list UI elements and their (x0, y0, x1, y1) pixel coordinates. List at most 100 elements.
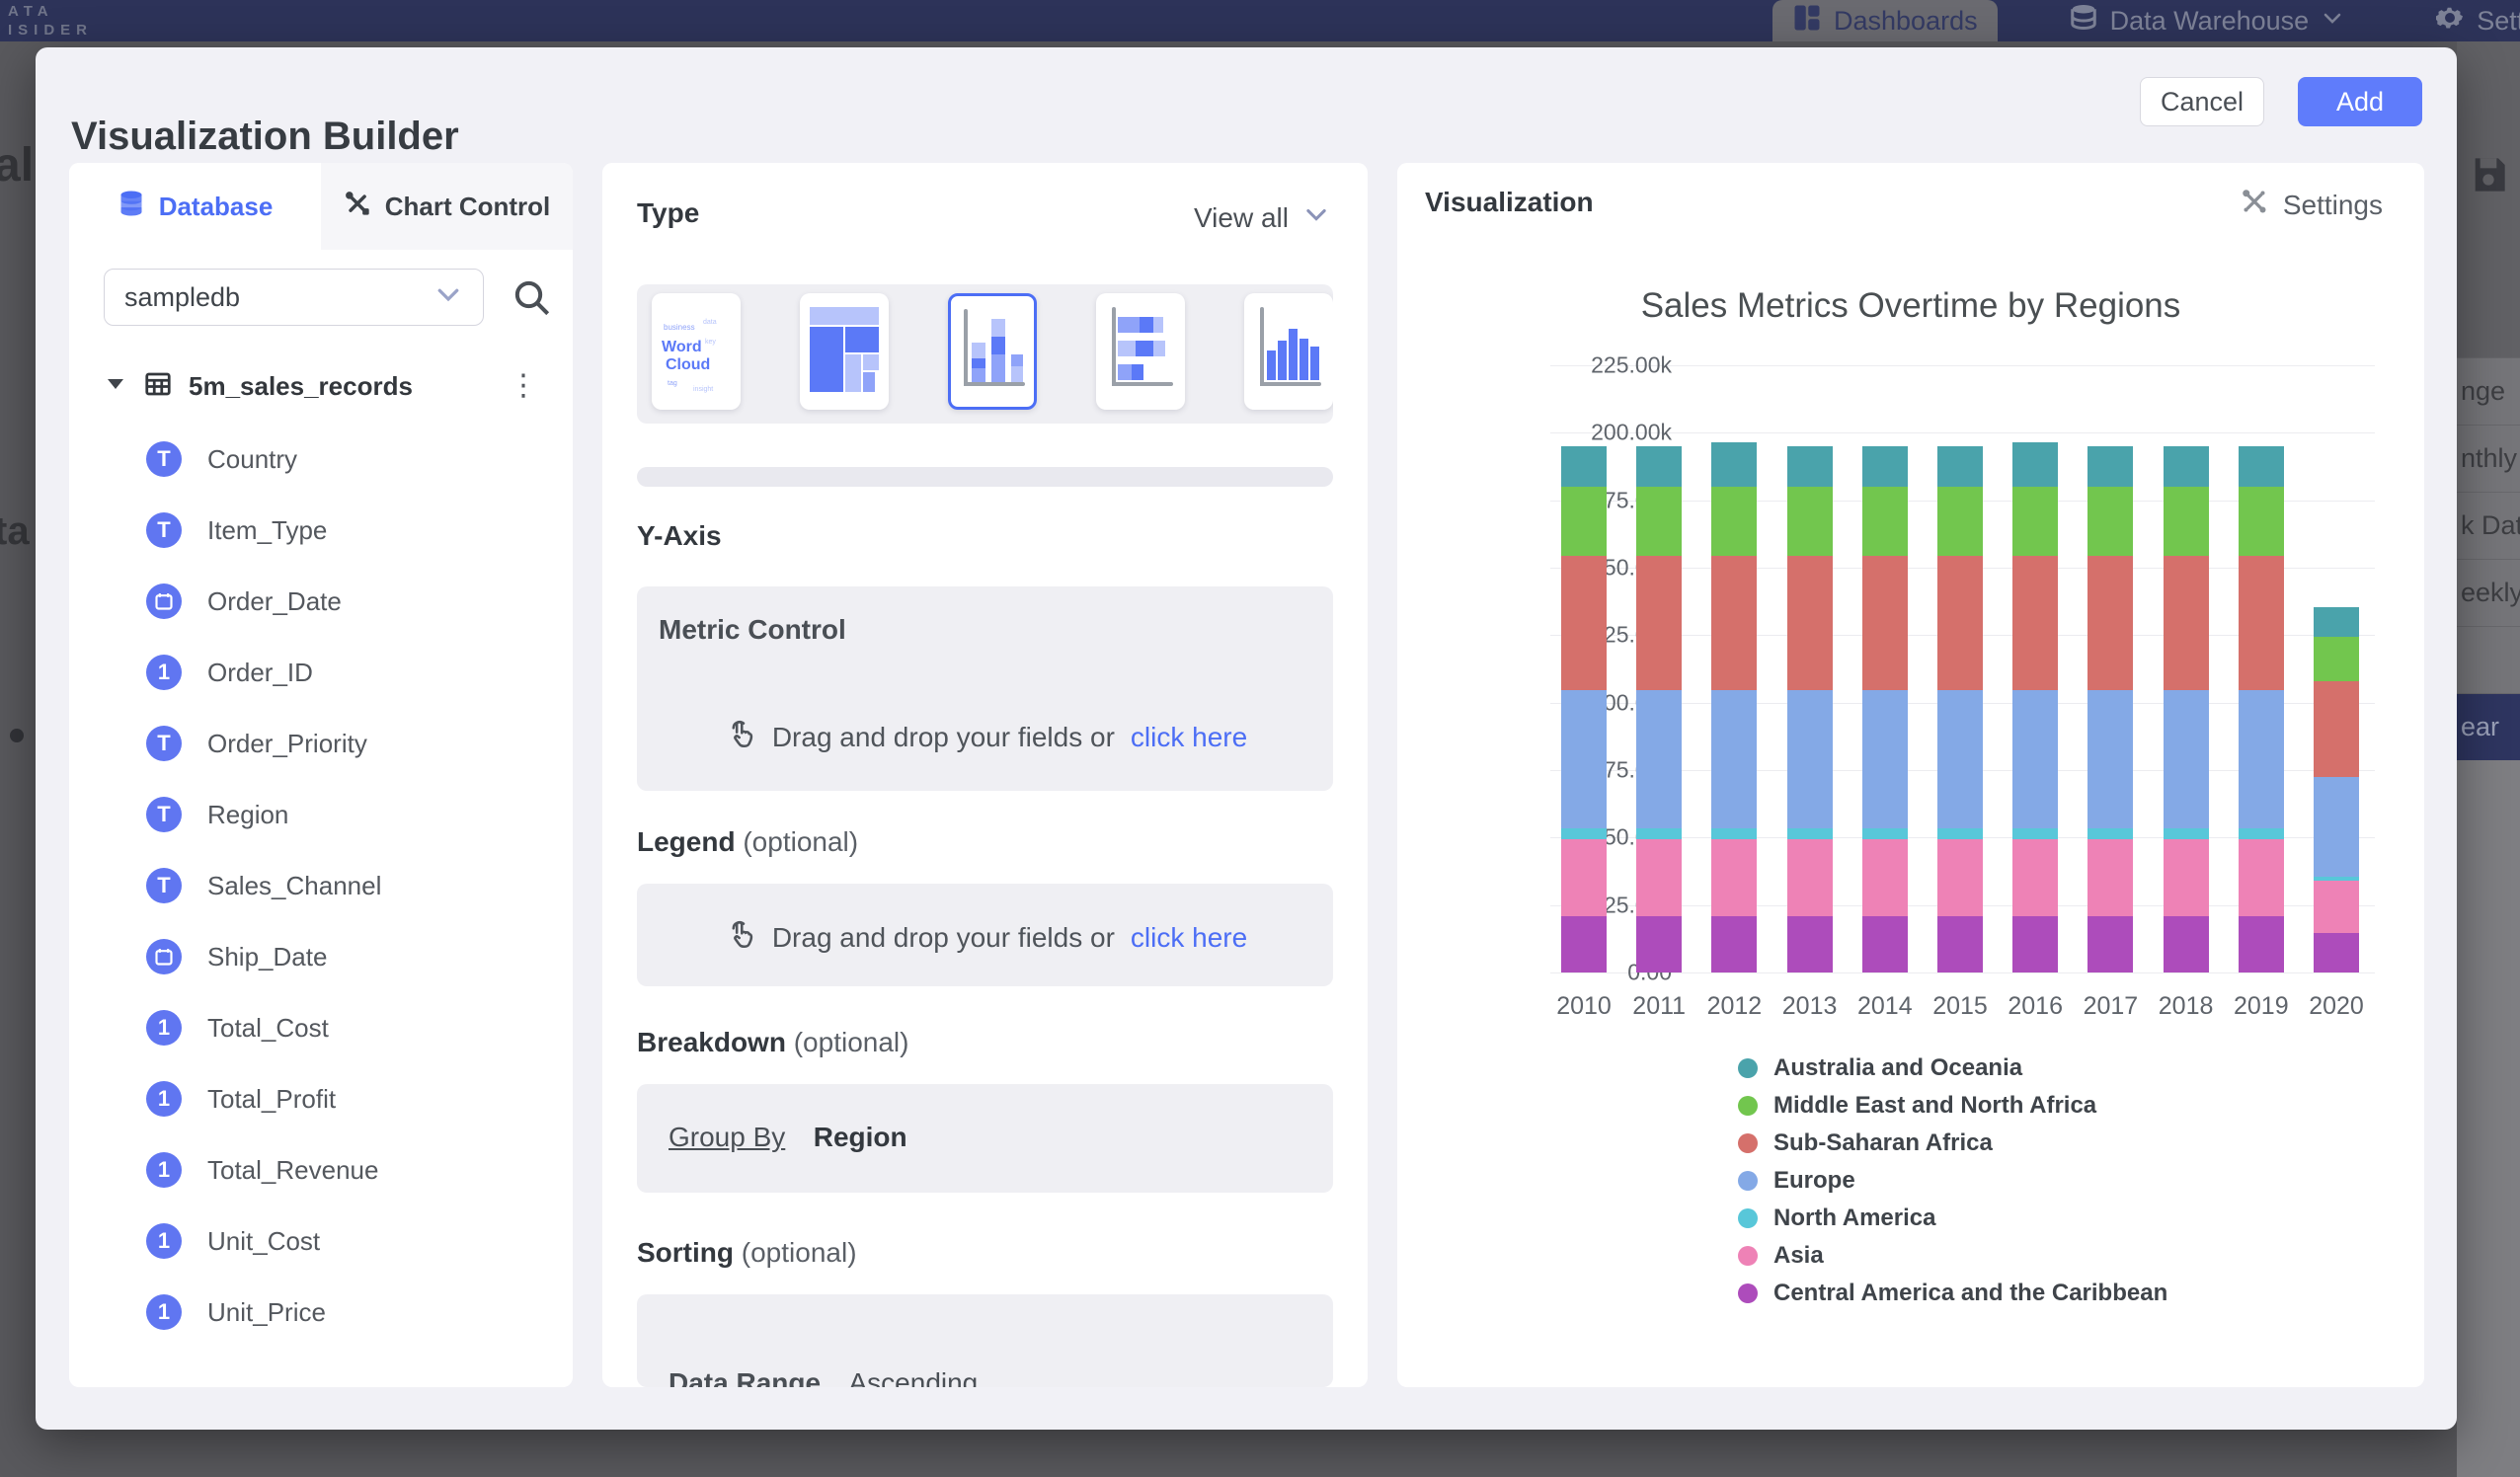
cancel-button[interactable]: Cancel (2140, 77, 2264, 126)
chart-builder-panel: Type View all businessdata Wordkey Cloud… (602, 163, 1368, 1387)
metric-dropzone[interactable]: Drag and drop your fields or click here (637, 717, 1333, 757)
bar-segment (1636, 690, 1682, 827)
bar-segment (1862, 446, 1908, 487)
text-field-icon: T (146, 726, 182, 761)
y-axis-tick: 225.00k (1553, 352, 1672, 379)
metric-control-title: Metric Control (659, 614, 846, 646)
caret-down-icon[interactable] (104, 372, 127, 401)
save-icon (2469, 155, 2508, 199)
field-item-region[interactable]: TRegion (146, 783, 288, 846)
chart-type-stacked-bar[interactable] (1096, 293, 1185, 410)
field-label: Order_ID (207, 658, 313, 688)
background-menu-item: eekly (2457, 559, 2520, 626)
database-select[interactable]: sampledb (104, 269, 484, 326)
field-item-order_date[interactable]: Order_Date (146, 570, 342, 633)
svg-text:Cloud: Cloud (666, 356, 710, 373)
field-item-order_priority[interactable]: TOrder_Priority (146, 712, 367, 775)
tab-chart-control[interactable]: Chart Control (321, 163, 573, 250)
legend-item[interactable]: Middle East and North Africa (1738, 1087, 2167, 1125)
breakdown-section-title: Breakdown (optional) (637, 1027, 908, 1058)
chart-type-word-cloud[interactable]: businessdata Wordkey Cloud taginsight (652, 293, 741, 410)
tab-database[interactable]: Database (69, 163, 321, 250)
legend-item[interactable]: North America (1738, 1200, 2167, 1237)
field-item-item_type[interactable]: TItem_Type (146, 499, 327, 562)
background-menu-item: ear (2457, 693, 2520, 760)
field-item-total_profit[interactable]: 1Total_Profit (146, 1067, 336, 1130)
field-label: Ship_Date (207, 942, 327, 972)
view-all-button[interactable]: View all (1194, 200, 1330, 235)
dashboards-icon (1792, 3, 1822, 39)
field-item-total_revenue[interactable]: 1Total_Revenue (146, 1138, 378, 1202)
bar-segment (2012, 916, 2058, 972)
field-item-country[interactable]: TCountry (146, 428, 297, 491)
legend-dropzone[interactable]: Drag and drop your fields or click here (637, 917, 1333, 958)
table-row[interactable]: 5m_sales_records ⋮ (104, 364, 538, 408)
bar-segment (1862, 916, 1908, 972)
field-item-total_cost[interactable]: 1Total_Cost (146, 996, 329, 1059)
legend-label: Sub-Saharan Africa (1773, 1129, 1993, 1157)
bar-segment (2314, 933, 2359, 972)
search-icon[interactable] (512, 277, 551, 322)
bar-segment (1787, 487, 1833, 556)
kebab-menu-icon[interactable]: ⋮ (509, 381, 538, 391)
stacked-bar-2017 (2087, 446, 2133, 972)
bar-segment (1636, 828, 1682, 839)
bar-segment (2087, 916, 2133, 972)
metric-click-here-link[interactable]: click here (1131, 722, 1247, 753)
legend-item[interactable]: Europe (1738, 1162, 2167, 1200)
y-axis-title: Y-Axis (637, 520, 722, 552)
bar-segment (1937, 916, 1983, 972)
settings-button[interactable]: Settings (2240, 187, 2383, 223)
bar-segment (2239, 487, 2284, 556)
field-item-ship_date[interactable]: Ship_Date (146, 925, 327, 988)
bar-segment (2012, 828, 2058, 839)
sorting-field-button[interactable]: Data Range (669, 1367, 821, 1387)
chart-legend: Australia and Oceania Middle East and Nor… (1738, 1049, 2167, 1312)
add-button[interactable]: Add (2298, 77, 2422, 126)
bar-segment (2087, 690, 2133, 827)
type-section-title: Type (637, 197, 699, 229)
legend-item[interactable]: Australia and Oceania (1738, 1049, 2167, 1087)
field-item-unit_cost[interactable]: 1Unit_Cost (146, 1209, 320, 1273)
bar-segment (2164, 916, 2209, 972)
date-field-icon (146, 939, 182, 974)
bar-segment (2087, 446, 2133, 487)
chevron-down-icon (433, 279, 463, 316)
sorting-row: Data Range Ascending (669, 1367, 978, 1387)
chart-type-stacked-column[interactable] (948, 293, 1037, 410)
breakdown-card: Group By Region (637, 1084, 1333, 1193)
stacked-bar-2015 (1937, 446, 1983, 972)
background-menu-item: k Date (2457, 492, 2520, 559)
legend-item[interactable]: Central America and the Caribbean (1738, 1275, 2167, 1312)
bar-segment (1636, 839, 1682, 916)
field-item-sales_channel[interactable]: TSales_Channel (146, 854, 381, 917)
bar-segment (1711, 916, 1757, 972)
chart-title: Sales Metrics Overtime by Regions (1397, 286, 2424, 326)
bar-segment (1561, 556, 1607, 691)
legend-item[interactable]: Sub-Saharan Africa (1738, 1125, 2167, 1162)
database-icon (118, 190, 145, 224)
bar-segment (2164, 556, 2209, 691)
field-item-unit_price[interactable]: 1Unit_Price (146, 1281, 326, 1344)
bar-segment (1937, 556, 1983, 691)
legend-item[interactable]: Asia (1738, 1237, 2167, 1275)
legend-click-here-link[interactable]: click here (1131, 922, 1247, 954)
x-axis-tick: 2011 (1619, 992, 1698, 1021)
group-by-button[interactable]: Group By (669, 1122, 785, 1152)
number-field-icon: 1 (146, 1081, 182, 1117)
number-field-icon: 1 (146, 655, 182, 690)
legend-label: Asia (1773, 1242, 1824, 1270)
bar-segment (1561, 446, 1607, 487)
bar-segment (2239, 828, 2284, 839)
x-axis-tick: 2020 (2297, 992, 2376, 1021)
carousel-scrollbar[interactable] (637, 467, 1333, 487)
gridline (1550, 432, 2375, 433)
background-menu-item: nthly (2457, 425, 2520, 492)
warehouse-icon (2069, 3, 2098, 39)
legend-label: Middle East and North Africa (1773, 1092, 2096, 1120)
bar-segment (1862, 556, 1908, 691)
chart-type-treemap[interactable] (800, 293, 889, 410)
date-field-icon (146, 583, 182, 619)
field-item-order_id[interactable]: 1 Order_ID (146, 641, 313, 704)
chart-type-column[interactable] (1244, 293, 1333, 410)
